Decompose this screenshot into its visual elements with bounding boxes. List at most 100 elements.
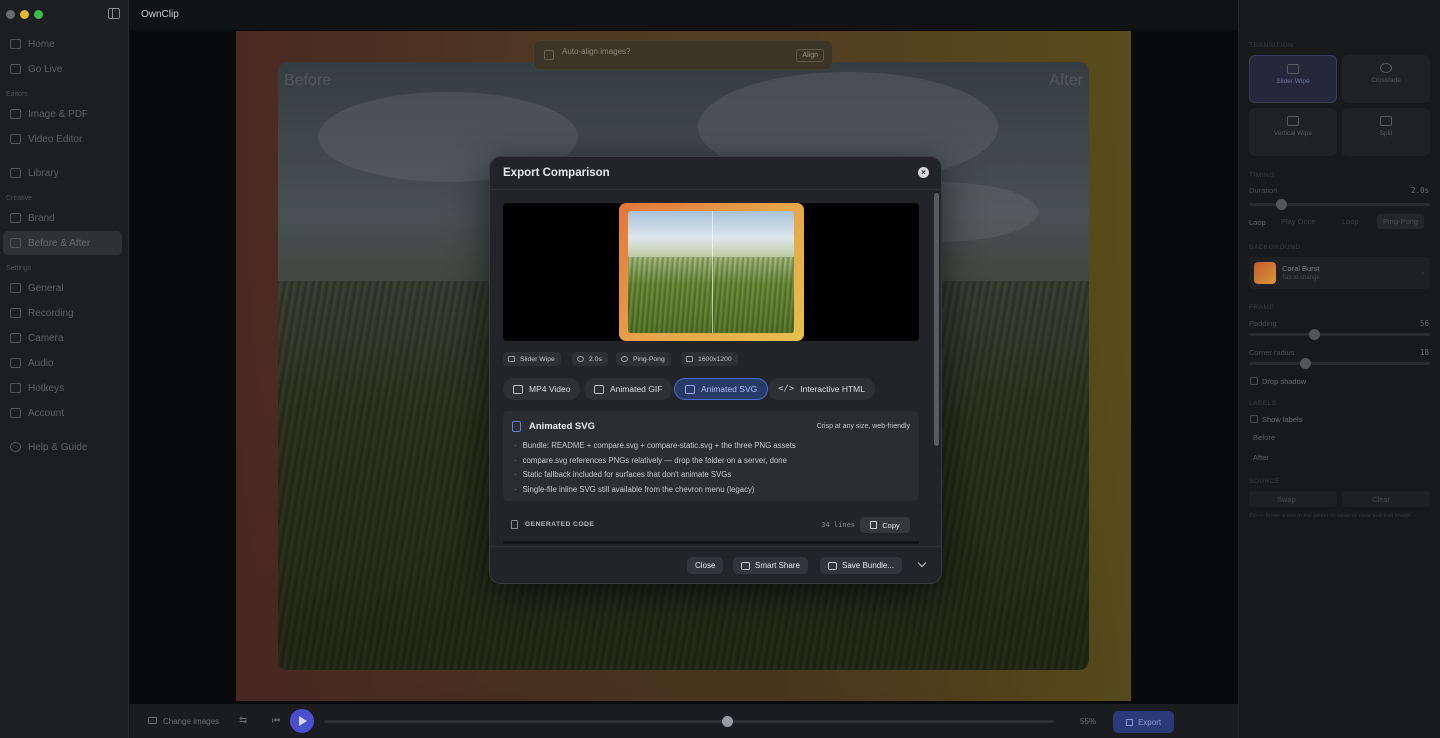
loop-play-once[interactable]: Play Once — [1275, 214, 1322, 229]
drop-shadow-checkbox[interactable] — [1250, 377, 1258, 385]
padding-label: Padding — [1249, 319, 1277, 328]
format-html[interactable]: </> Interactive HTML — [768, 378, 875, 400]
change-images-button[interactable]: Change images — [163, 717, 219, 726]
sidebar-item-label: Help & Guide — [28, 441, 88, 453]
folder-icon — [828, 561, 837, 570]
sidebar-section-creative: Creative — [6, 195, 33, 202]
loop-ping-pong[interactable]: Ping-Pong — [1377, 214, 1425, 229]
sidebar-item-library[interactable]: Library — [3, 161, 122, 185]
svg-file-icon — [685, 384, 695, 394]
duration-label: Duration — [1249, 186, 1278, 195]
copy-icon — [870, 521, 878, 529]
modal-title: Export Comparison — [503, 167, 610, 179]
sidebar-item-video-editor[interactable]: Video Editor — [3, 127, 122, 151]
swap-icon[interactable]: ⇆ — [239, 715, 247, 726]
sidebar-section-settings: Settings — [6, 265, 32, 272]
sidebar-item-camera[interactable]: Camera — [3, 326, 122, 350]
corner-radius-slider[interactable] — [1249, 358, 1430, 369]
swap-button[interactable]: Swap — [1249, 491, 1337, 507]
before-label-field[interactable]: Before — [1253, 433, 1275, 442]
export-button[interactable]: Export — [1113, 711, 1174, 733]
sidebar-item-label: Library — [28, 167, 59, 179]
format-gif[interactable]: Animated GIF — [584, 378, 673, 400]
smart-share-button[interactable]: Smart Share — [733, 557, 808, 574]
chevron-down-icon[interactable] — [917, 558, 927, 568]
minimize-window-button[interactable] — [20, 10, 29, 19]
loop-label: Loop — [1249, 218, 1266, 227]
export-modal: Export Comparison × Slider Wipe 2.0s Pin… — [489, 156, 942, 584]
timing-heading: TIMING — [1249, 172, 1275, 179]
sidebar-item-label: Hotkeys — [28, 382, 65, 394]
playback-bar: Change images ⇆ ⏮ 55% Export — [130, 704, 1238, 738]
app-window: Home Go Live Editors Image & PDF Video E… — [0, 0, 1440, 738]
timeline-knob[interactable] — [722, 716, 733, 727]
sidebar-toggle-icon[interactable] — [108, 8, 120, 19]
sidebar-item-help[interactable]: Help & Guide — [3, 435, 122, 459]
title-bar: OwnClip — [130, 0, 1238, 30]
modal-scrollbar[interactable] — [934, 193, 939, 446]
sidebar-item-brand[interactable]: Brand — [3, 206, 122, 230]
window-controls — [6, 10, 43, 19]
sidebar-item-image-pdf[interactable]: Image & PDF — [3, 102, 122, 126]
padding-slider[interactable] — [1249, 329, 1430, 340]
timeline-scrubber[interactable] — [324, 716, 1054, 727]
timer-icon — [577, 356, 584, 362]
loop-loop[interactable]: Loop — [1336, 214, 1365, 229]
duration-slider[interactable] — [1249, 199, 1430, 210]
padding-knob[interactable] — [1309, 329, 1320, 340]
background-name: Coral Burst — [1282, 264, 1320, 273]
zoom-window-button[interactable] — [34, 10, 43, 19]
sidebar-item-label: Audio — [28, 357, 54, 369]
show-labels-checkbox[interactable] — [1250, 415, 1258, 423]
keyboard-icon — [10, 383, 21, 393]
format-svg[interactable]: Animated SVG — [674, 378, 769, 400]
format-mp4[interactable]: MP4 Video — [503, 378, 581, 400]
sidebar-item-go-live[interactable]: Go Live — [3, 57, 122, 81]
sidebar-item-recording[interactable]: Recording — [3, 301, 122, 325]
code-block[interactable] — [503, 541, 919, 544]
divider — [490, 189, 941, 190]
play-button[interactable] — [290, 709, 314, 733]
transition-crossfade[interactable]: Crossfade — [1342, 55, 1430, 103]
share-icon — [741, 561, 750, 570]
duration-knob[interactable] — [1276, 199, 1287, 210]
sidebar-item-home[interactable]: Home — [3, 32, 122, 56]
sidebar-item-hotkeys[interactable]: Hotkeys — [3, 376, 122, 400]
bullet-item: compare.svg references PNGs relatively —… — [514, 456, 787, 465]
after-label-field[interactable]: After — [1253, 453, 1269, 462]
copy-button[interactable]: Copy — [860, 517, 910, 533]
vertical-wipe-icon — [1287, 116, 1299, 126]
folder-icon — [10, 168, 21, 178]
sidebar-item-before-after[interactable]: Before & After — [3, 231, 122, 255]
copy-label: Copy — [882, 520, 900, 530]
transition-vertical-wipe[interactable]: Vertical Wipe — [1249, 108, 1337, 156]
close-icon[interactable]: × — [918, 167, 929, 178]
format-description: Animated SVG Crisp at any size, web-frie… — [503, 411, 919, 501]
transition-slider-wipe[interactable]: Slider Wipe — [1249, 55, 1337, 103]
padding-value: 56 — [1419, 319, 1429, 328]
transition-heading: TRANSITION — [1249, 42, 1294, 49]
format-description-subtitle: Crisp at any size, web-friendly — [816, 423, 910, 430]
close-window-button[interactable] — [6, 10, 15, 19]
close-button[interactable]: Close — [687, 557, 724, 574]
generated-code-label: GENERATED CODE — [525, 521, 595, 528]
sidebar-item-label: Recording — [28, 307, 74, 319]
sidebar-item-general[interactable]: General — [3, 276, 122, 300]
sidebar-item-audio[interactable]: Audio — [3, 351, 122, 375]
film-icon — [513, 384, 523, 394]
sidebar-item-account[interactable]: Account — [3, 401, 122, 425]
align-button[interactable]: Align — [796, 49, 824, 62]
save-bundle-button[interactable]: Save Bundle... — [820, 557, 903, 574]
background-picker[interactable]: Coral Burst Tap to change › — [1249, 257, 1430, 289]
loop-icon — [621, 356, 628, 362]
clear-label: Clear — [1372, 495, 1390, 504]
app-title: OwnClip — [141, 9, 179, 20]
pill-loop: Ping-Pong — [616, 352, 671, 366]
clear-button[interactable]: Clear — [1342, 491, 1430, 507]
image-icon — [148, 717, 157, 724]
svg-file-icon — [512, 421, 521, 432]
transition-split[interactable]: Split — [1342, 108, 1430, 156]
skip-back-icon[interactable]: ⏮ — [272, 715, 280, 726]
gear-icon — [10, 283, 21, 293]
corner-radius-knob[interactable] — [1300, 358, 1311, 369]
